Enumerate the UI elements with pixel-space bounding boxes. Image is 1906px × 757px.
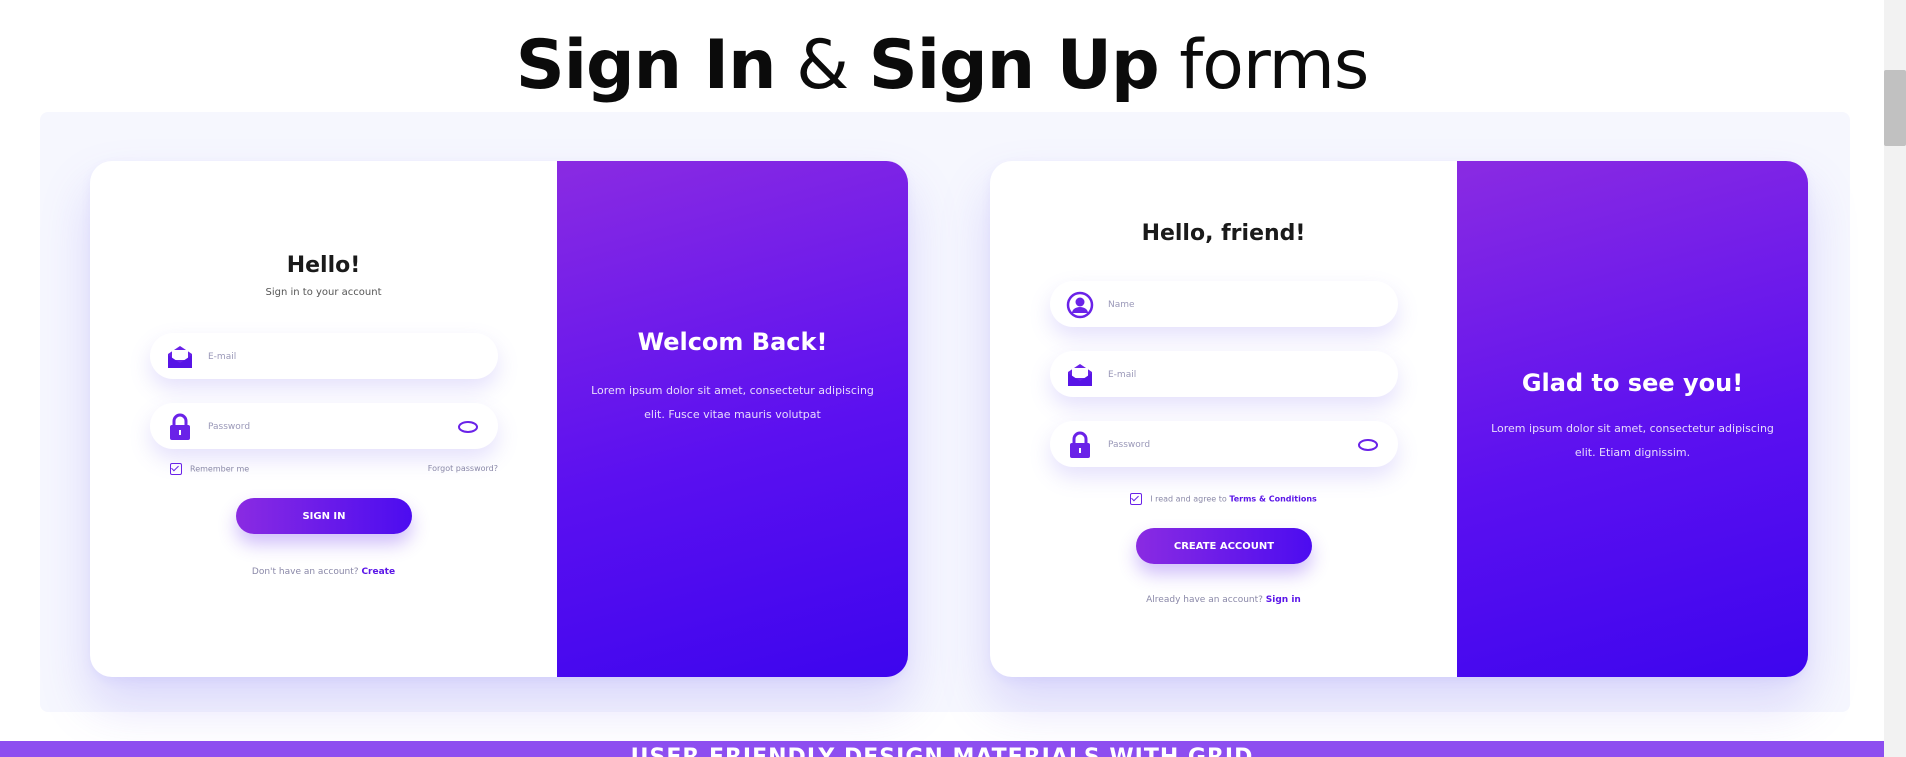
signin-email-field[interactable] — [150, 333, 498, 379]
signup-panel-title: Glad to see you! — [1521, 369, 1744, 397]
terms-label: I read and agree to — [1150, 494, 1227, 504]
envelope-icon — [166, 343, 194, 371]
forgot-password-link[interactable]: Forgot password? — [390, 464, 498, 473]
terms-link[interactable]: Terms & Conditions — [1229, 495, 1316, 504]
signin-email-input[interactable] — [206, 347, 440, 367]
title-forms: forms — [1158, 26, 1369, 105]
signup-welcome-panel: Glad to see you! Lorem ipsum dolor sit a… — [1457, 161, 1808, 677]
lock-icon — [166, 413, 194, 441]
eye-icon[interactable] — [1358, 437, 1378, 451]
signup-heading: Hello, friend! — [1141, 221, 1306, 246]
scrollbar-thumb[interactable] — [1884, 70, 1906, 146]
bottom-banner: USER FRIENDLY DESIGN MATERIALS WITH GRID — [0, 741, 1884, 757]
signup-panel-text: Lorem ipsum dolor sit amet, consectetur … — [1491, 422, 1774, 459]
sign-in-link[interactable]: Sign in — [1266, 595, 1301, 605]
signin-subheading: Sign in to your account — [265, 287, 382, 298]
signin-password-field[interactable] — [150, 403, 498, 449]
eye-icon[interactable] — [458, 419, 478, 433]
signin-panel-title: Welcom Back! — [637, 328, 828, 356]
signup-name-input[interactable] — [1106, 295, 1340, 315]
checkbox-icon[interactable] — [170, 463, 182, 475]
signup-footer-text: Already have an account? — [1146, 595, 1263, 605]
signup-name-field[interactable] — [1050, 281, 1398, 327]
user-icon — [1066, 291, 1094, 319]
signin-heading: Hello! — [286, 253, 361, 278]
banner-text: USER FRIENDLY DESIGN MATERIALS WITH GRID — [0, 745, 1884, 757]
envelope-icon — [1066, 361, 1094, 389]
signin-footer: Don't have an account? Create — [90, 567, 557, 577]
signin-card: Hello! Sign in to your account E-mail Re… — [90, 161, 908, 677]
create-account-button[interactable]: CREATE ACCOUNT — [1136, 528, 1312, 564]
remember-label: Remember me — [190, 464, 250, 474]
signup-card: Hello, friend! Name E-mail I read and ag… — [990, 161, 1808, 677]
signin-welcome-panel: Welcom Back! Lorem ipsum dolor sit amet,… — [557, 161, 908, 677]
signin-button[interactable]: SIGN IN — [236, 498, 412, 534]
signin-footer-text: Don't have an account? — [251, 567, 359, 577]
signin-password-input[interactable] — [206, 417, 440, 437]
title-sign-up: Sign Up — [868, 26, 1160, 105]
title-sign-in: Sign In — [515, 26, 777, 105]
signup-password-input[interactable] — [1106, 435, 1340, 455]
signup-email-field[interactable] — [1050, 351, 1398, 397]
signup-password-field[interactable] — [1050, 421, 1398, 467]
terms-agree[interactable]: I read and agree to Terms & Conditions — [990, 493, 1457, 505]
create-account-link[interactable]: Create — [361, 567, 395, 577]
lock-icon — [1066, 431, 1094, 459]
signin-form: Hello! Sign in to your account E-mail Re… — [90, 161, 557, 677]
title-ampersand: & — [775, 26, 869, 105]
checkbox-icon[interactable] — [1130, 493, 1143, 505]
remember-me[interactable]: Remember me — [170, 463, 249, 475]
signup-form: Hello, friend! Name E-mail I read and ag… — [990, 161, 1457, 677]
signin-panel-text: Lorem ipsum dolor sit amet, consectetur … — [591, 384, 874, 421]
signup-footer: Already have an account? Sign in — [990, 595, 1457, 605]
signup-email-input[interactable] — [1106, 365, 1340, 385]
page-title: Sign In & Sign Up forms — [0, 24, 1884, 108]
